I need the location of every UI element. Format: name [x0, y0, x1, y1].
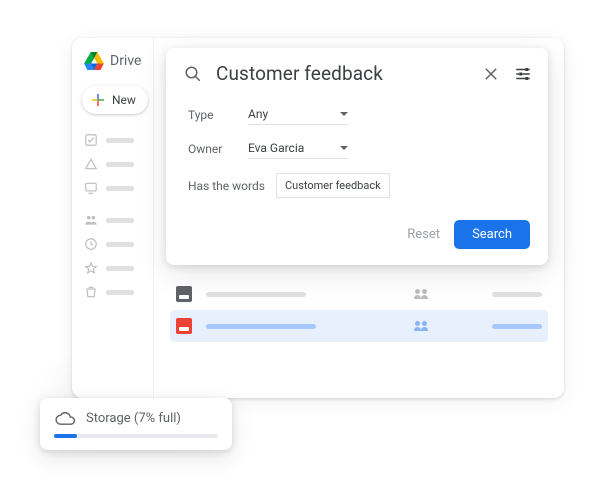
sidebar: Drive New — [72, 38, 154, 398]
nav-item-priority[interactable] — [84, 128, 153, 152]
star-icon — [84, 261, 98, 275]
filter-words-input[interactable]: Customer feedback — [276, 173, 390, 198]
storage-progress — [54, 434, 218, 438]
new-button[interactable]: New — [82, 86, 148, 114]
file-list — [154, 278, 564, 342]
file-type-icon — [176, 286, 192, 302]
cloud-icon — [54, 410, 76, 426]
filter-owner-label: Owner — [188, 142, 248, 156]
filter-words: Has the words Customer feedback — [188, 173, 526, 198]
filter-type-label: Type — [188, 108, 248, 122]
file-row-selected[interactable] — [170, 310, 548, 342]
search-filters: Type Any Owner Eva Garcia Has the words … — [166, 95, 548, 216]
chevron-down-icon — [340, 112, 348, 116]
search-button[interactable]: Search — [454, 220, 530, 249]
storage-card[interactable]: Storage (7% full) — [40, 398, 232, 450]
filter-type-select[interactable]: Any — [248, 105, 348, 125]
filter-type: Type Any — [188, 105, 526, 125]
search-icon — [184, 65, 202, 83]
nav-item-recent[interactable] — [84, 232, 153, 256]
plus-icon — [90, 92, 106, 108]
search-input[interactable]: Customer feedback — [216, 62, 468, 85]
brand: Drive — [72, 52, 153, 86]
nav-item-computers[interactable] — [84, 176, 153, 200]
file-type-icon — [176, 318, 192, 334]
close-icon[interactable] — [482, 65, 500, 83]
filter-owner-select[interactable]: Eva Garcia — [248, 139, 348, 159]
people-icon — [84, 213, 98, 227]
nav-list — [72, 128, 153, 304]
nav-item-shared[interactable] — [84, 208, 153, 232]
storage-label: Storage (7% full) — [86, 411, 181, 426]
search-actions: Reset Search — [166, 216, 548, 265]
triangle-icon — [84, 157, 98, 171]
shared-icon — [414, 321, 428, 331]
reset-button[interactable]: Reset — [407, 227, 440, 242]
search-bar: Customer feedback — [166, 48, 548, 95]
trash-icon — [84, 285, 98, 299]
nav-item-mydrive[interactable] — [84, 152, 153, 176]
clock-icon — [84, 237, 98, 251]
chevron-down-icon — [340, 146, 348, 150]
search-panel: Customer feedback Type Any Owner Eva Gar… — [166, 48, 548, 265]
drive-logo-icon — [84, 52, 104, 70]
nav-item-starred[interactable] — [84, 256, 153, 280]
shared-icon — [414, 289, 428, 299]
brand-name: Drive — [110, 53, 141, 69]
check-square-icon — [84, 133, 98, 147]
storage-progress-fill — [54, 434, 77, 438]
filter-words-label: Has the words — [188, 179, 276, 193]
filter-owner: Owner Eva Garcia — [188, 139, 526, 159]
nav-item-trash[interactable] — [84, 280, 153, 304]
new-button-label: New — [112, 93, 136, 107]
tune-icon[interactable] — [514, 65, 532, 83]
computer-icon — [84, 181, 98, 195]
file-row[interactable] — [170, 278, 548, 310]
